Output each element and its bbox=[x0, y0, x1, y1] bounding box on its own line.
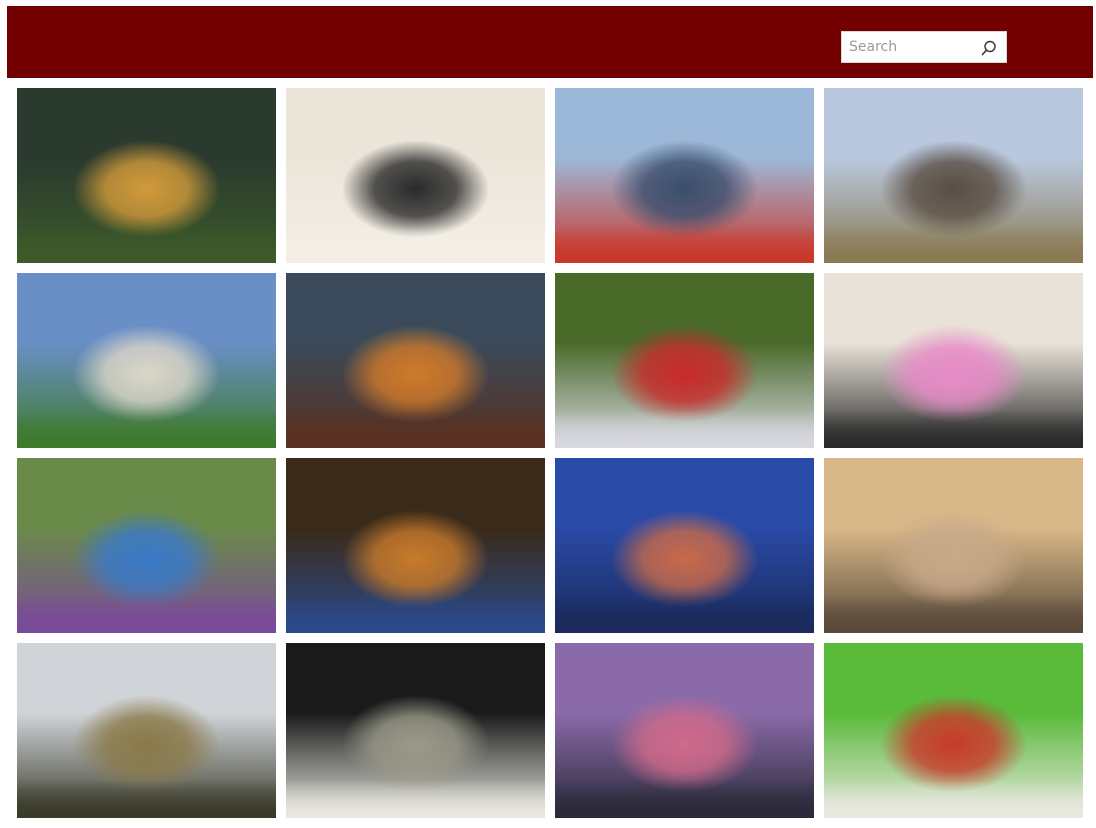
search-icon[interactable] bbox=[980, 39, 998, 57]
photo-subject bbox=[880, 140, 1026, 237]
photo-rock-pinnacle-hiker[interactable] bbox=[17, 643, 276, 818]
photo-coastal-village-night[interactable] bbox=[555, 458, 814, 633]
photo-foreground bbox=[286, 594, 545, 633]
photo-subject bbox=[73, 510, 219, 607]
photo-foreground bbox=[555, 594, 814, 633]
photo-castle-river[interactable] bbox=[824, 88, 1083, 263]
search-field[interactable] bbox=[841, 31, 1007, 63]
photo-green-vintage-car[interactable] bbox=[824, 643, 1083, 818]
photo-nativity-figures[interactable] bbox=[17, 458, 276, 633]
photo-grid bbox=[17, 88, 1083, 818]
site-header bbox=[7, 6, 1093, 78]
photo-subject bbox=[73, 140, 219, 237]
photo-foreground bbox=[555, 409, 814, 448]
photo-subject bbox=[611, 325, 757, 422]
photo-subject bbox=[611, 695, 757, 792]
photo-foreground bbox=[555, 779, 814, 818]
photo-foreground bbox=[17, 409, 276, 448]
photo-foreground bbox=[17, 224, 276, 263]
photo-foreground bbox=[286, 409, 545, 448]
photo-clock-mechanism[interactable] bbox=[286, 643, 545, 818]
photo-foreground bbox=[824, 779, 1083, 818]
photo-foreground bbox=[824, 594, 1083, 633]
photo-subject bbox=[342, 325, 488, 422]
photo-subject bbox=[611, 510, 757, 607]
photo-foreground bbox=[17, 594, 276, 633]
photo-bridge-night[interactable] bbox=[17, 88, 276, 263]
photo-excavator-sunset[interactable] bbox=[286, 273, 545, 448]
photo-checkered-hallway[interactable] bbox=[286, 88, 545, 263]
search-input[interactable] bbox=[842, 33, 977, 61]
photo-subject bbox=[342, 140, 488, 237]
photo-subject bbox=[880, 325, 1026, 422]
photo-subject bbox=[73, 695, 219, 792]
photo-kids-camera[interactable] bbox=[555, 273, 814, 448]
photo-subject bbox=[880, 695, 1026, 792]
photo-subject bbox=[342, 695, 488, 792]
photo-cliffs-twilight[interactable] bbox=[555, 643, 814, 818]
photo-foreground bbox=[17, 779, 276, 818]
photo-foreground bbox=[824, 409, 1083, 448]
photo-foreground bbox=[555, 224, 814, 263]
photo-subject bbox=[611, 140, 757, 237]
photo-subject bbox=[73, 325, 219, 422]
photo-subject bbox=[880, 510, 1026, 607]
photo-girls-beach[interactable] bbox=[824, 273, 1083, 448]
photo-man-fishing-mountains[interactable] bbox=[555, 88, 814, 263]
photo-foreground bbox=[286, 779, 545, 818]
photo-cathedral-interior[interactable] bbox=[286, 458, 545, 633]
photo-hilltop-town-sunset[interactable] bbox=[824, 458, 1083, 633]
photo-subject bbox=[342, 510, 488, 607]
photo-foreground bbox=[824, 224, 1083, 263]
photo-foreground bbox=[286, 224, 545, 263]
photo-white-chateau[interactable] bbox=[17, 273, 276, 448]
